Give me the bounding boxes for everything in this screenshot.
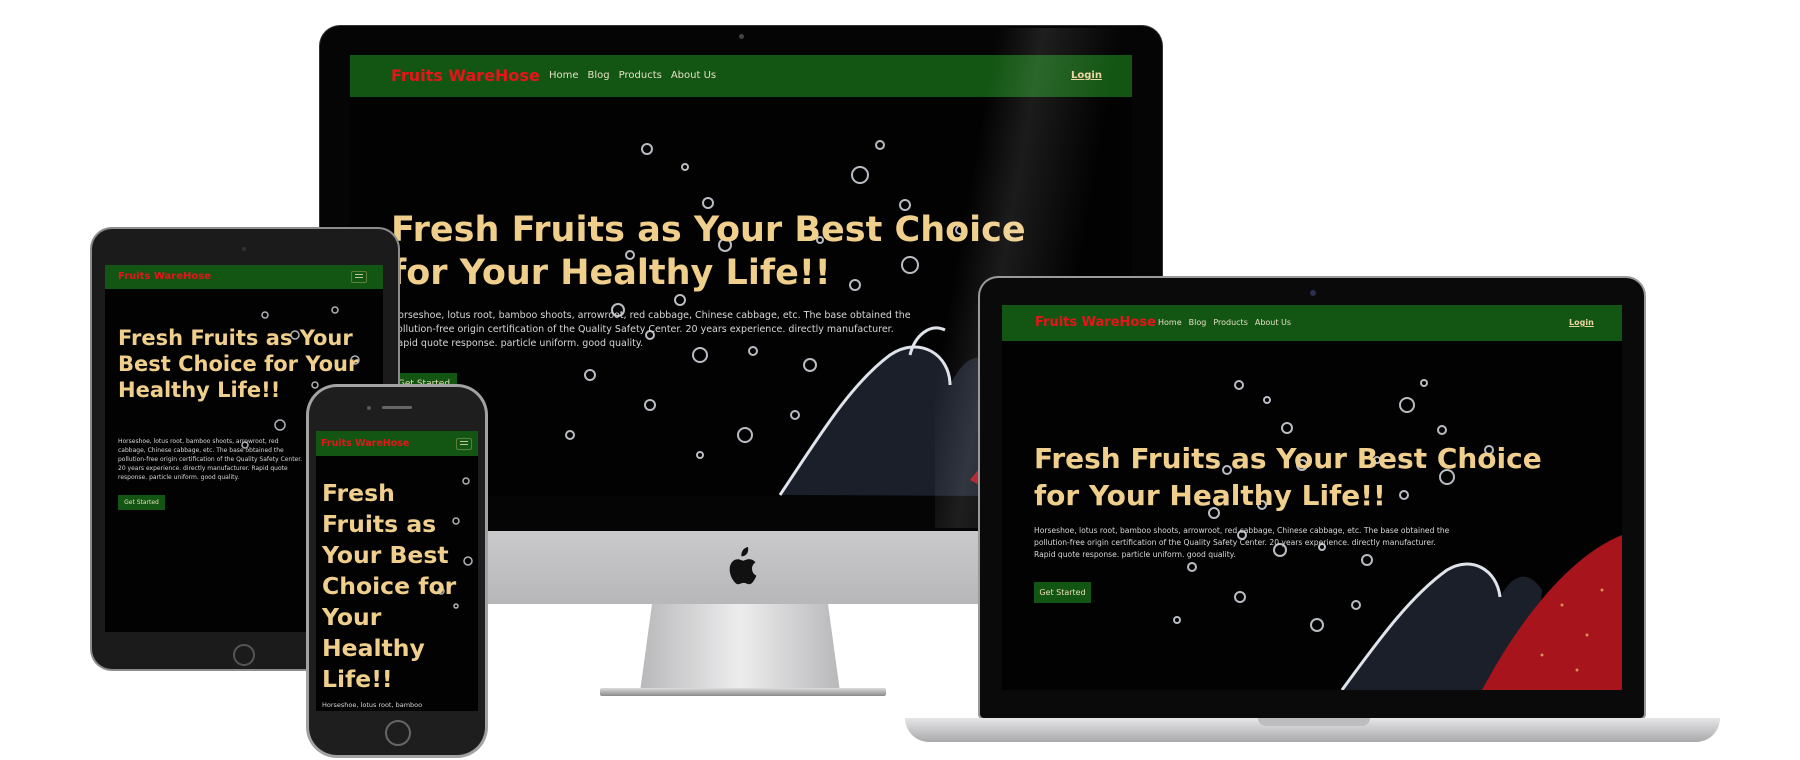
nav-menu: Home Blog Products About Us	[1158, 318, 1291, 327]
iphone-screen: Fruits WareHose Fresh Fruits as Your Bes…	[316, 431, 478, 711]
hero-title-line2: for Your Healthy Life!!	[1034, 479, 1386, 512]
navbar: Fruits WareHose	[105, 265, 383, 289]
macbook-screen: Fruits WareHose Home Blog Products About…	[1002, 305, 1622, 690]
hero-description: Horseshoe, lotus root, bamboo shoots, ar…	[391, 310, 911, 349]
navbar: Fruits WareHose Home Blog Products About…	[350, 55, 1132, 97]
nav-about-link[interactable]: About Us	[1255, 318, 1291, 327]
hero-title-line2: for Your Healthy Life!!	[391, 253, 831, 293]
ipad-camera	[242, 247, 246, 251]
hero-title-line1: Fresh Fruits as Your Best Choice	[1034, 442, 1542, 475]
hamburger-menu-icon[interactable]	[351, 271, 367, 283]
navbar: Fruits WareHose	[316, 431, 478, 456]
nav-products-link[interactable]: Products	[1213, 318, 1248, 327]
navbar: Fruits WareHose Home Blog Products About…	[1002, 305, 1622, 341]
hero-description: Horseshoe, lotus root, bamboo	[322, 701, 423, 709]
apple-logo-icon	[729, 547, 757, 585]
hero-title: Fresh Fruits as Your Best Choice for You…	[322, 479, 457, 693]
login-link[interactable]: Login	[1071, 70, 1102, 81]
hero-description: Horseshoe, lotus root, bamboo shoots, ar…	[1034, 526, 1450, 559]
nav-blog-link[interactable]: Blog	[1189, 318, 1207, 327]
nav-about-link[interactable]: About Us	[671, 70, 716, 81]
hero-description: Horseshoe, lotus root, bamboo shoots, ar…	[118, 438, 303, 481]
iphone-home-button	[385, 720, 411, 746]
iphone-speaker	[382, 406, 412, 409]
iphone-camera	[367, 406, 371, 410]
nav-products-link[interactable]: Products	[619, 70, 662, 81]
hero-title: Fresh Fruits as Your Best Choice for You…	[1034, 440, 1542, 514]
imac-foot	[600, 688, 886, 696]
hero-title-line1: Fresh Fruits as Your Best Choice	[391, 210, 1026, 250]
brand-logo[interactable]: Fruits WareHose	[391, 66, 540, 85]
brand-logo[interactable]: Fruits WareHose	[1035, 315, 1156, 330]
get-started-button[interactable]: Get Started	[118, 495, 165, 510]
nav-blog-link[interactable]: Blog	[588, 70, 610, 81]
login-link[interactable]: Login	[1569, 318, 1594, 327]
hero-title: Fresh Fruits as Your Best Choice for You…	[391, 209, 1026, 295]
imac-stand	[640, 604, 840, 692]
macbook-camera	[1310, 290, 1316, 296]
imac-camera	[739, 34, 744, 39]
brand-logo[interactable]: Fruits WareHose	[321, 438, 409, 449]
macbook-notch	[1258, 718, 1370, 726]
get-started-button[interactable]: Get Started	[1034, 582, 1091, 603]
ipad-home-button	[233, 644, 255, 666]
nav-menu: Home Blog Products About Us	[549, 70, 716, 81]
nav-home-link[interactable]: Home	[549, 70, 579, 81]
brand-logo[interactable]: Fruits WareHose	[118, 271, 211, 282]
nav-home-link[interactable]: Home	[1158, 318, 1182, 327]
hamburger-menu-icon[interactable]	[456, 438, 472, 450]
